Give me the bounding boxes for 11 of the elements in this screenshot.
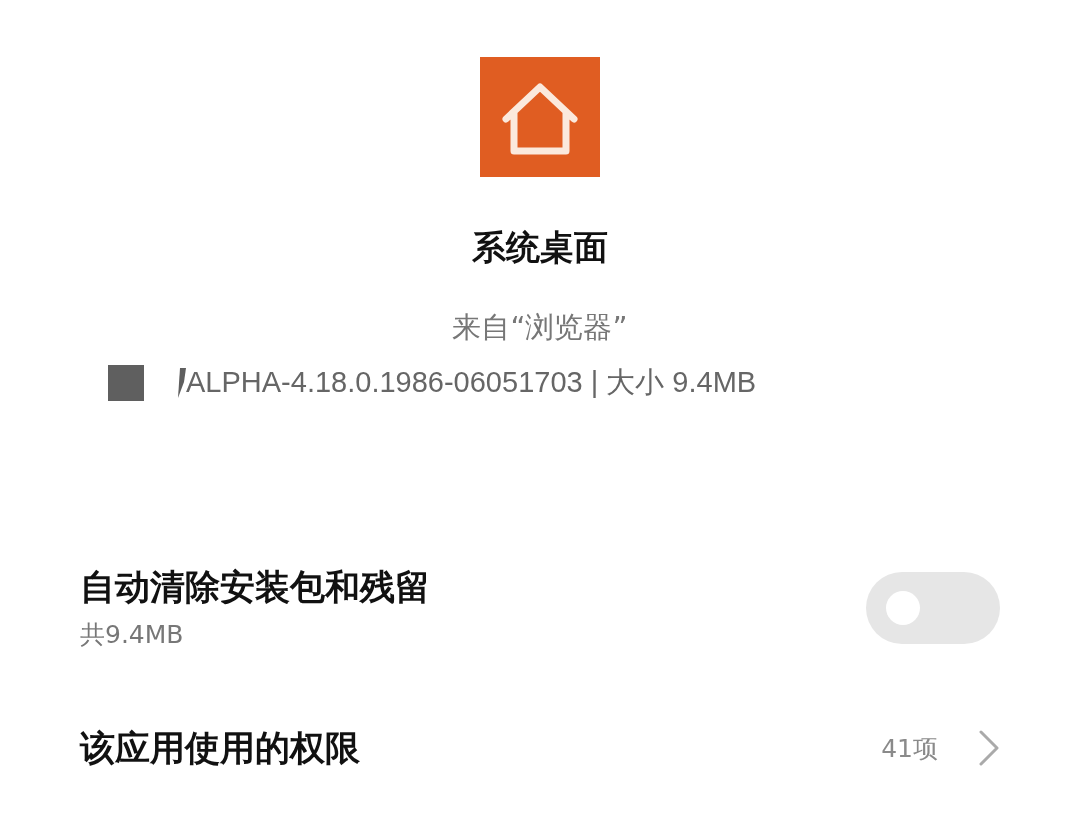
permission-count: 41项: [881, 732, 938, 765]
redaction-block: [108, 365, 144, 401]
setting-subtitle: 共9.4MB: [80, 619, 185, 651]
redaction-mark: [178, 368, 186, 398]
home-icon: [480, 57, 600, 177]
setting-title: 自动清除安装包和残留: [80, 566, 430, 609]
setting-title[interactable]: 该应用使用的权限: [80, 725, 360, 771]
app-name: 系统桌面: [472, 226, 608, 269]
chevron-right-icon[interactable]: [978, 729, 1000, 767]
app-source: 来自“浏览器”: [452, 309, 628, 346]
version-info: ALPHA-4.18.0.1986-06051703 | 大小 9.4MB: [186, 365, 757, 400]
